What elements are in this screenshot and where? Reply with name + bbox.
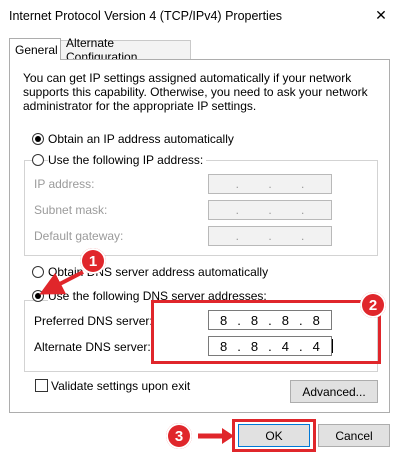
arrow-head-to-ok: [222, 428, 234, 444]
annotation-arrows: [39, 270, 234, 444]
step-2-badge: 2: [360, 292, 386, 318]
tab-general-label: General: [15, 42, 58, 57]
step-1-badge: 1: [80, 248, 106, 274]
step-3-badge: 3: [166, 423, 192, 449]
tab-general[interactable]: General: [9, 38, 61, 60]
arrow-to-dns-radio: [39, 270, 84, 295]
